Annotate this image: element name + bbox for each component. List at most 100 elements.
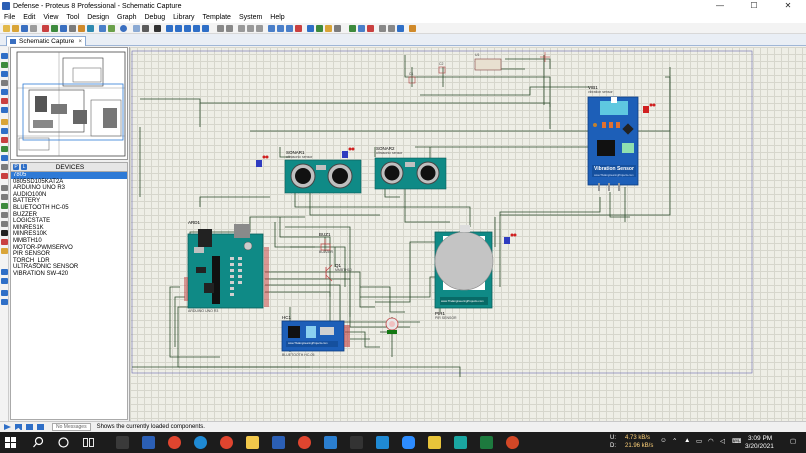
device-arduino-uno-r3[interactable]: ARDUINO UNO R3 [11,185,127,192]
device-vibration-sw-420[interactable]: VIBRATION SW-420 [11,271,127,278]
menu-help[interactable]: Help [266,12,288,23]
search-icon[interactable] [358,25,365,32]
minimize-button[interactable]: — [708,0,732,12]
decompose-icon[interactable] [334,25,341,32]
mirror-x-icon[interactable] [1,290,8,296]
arc-icon[interactable] [1,212,8,218]
make-device-icon[interactable] [316,25,323,32]
start-icon[interactable] [4,436,17,449]
device-audio100n[interactable]: AUDIO100N [11,192,127,199]
chrome-icon[interactable] [168,436,181,449]
open-file-icon[interactable] [12,25,19,32]
netlist-icon[interactable] [409,25,416,32]
zoom-all-icon[interactable] [193,25,200,32]
bus-icon[interactable] [1,98,8,104]
device-minres10k[interactable]: MINRES10K [11,231,127,238]
maximize-button[interactable]: ☐ [742,0,766,12]
notepad-icon[interactable] [428,436,441,449]
powerpoint-icon[interactable] [506,436,519,449]
clock-time[interactable]: 3:09 PM [748,435,772,442]
device-mmbth10[interactable]: MMBTH10 [11,238,127,245]
probe-icon[interactable] [1,164,8,170]
subcircuit-icon[interactable] [1,107,8,113]
search-icon[interactable] [32,436,45,449]
menu-tool[interactable]: Tool [62,12,83,23]
rotate-ccw-icon[interactable] [1,278,8,284]
excel-icon[interactable] [480,436,493,449]
symbol-icon[interactable] [1,239,8,245]
block-copy-icon[interactable] [268,25,275,32]
schematic-canvas[interactable]: SONAR1 ultrasonic sensor SONAR2 ultrason… [129,47,806,421]
wire-label-icon[interactable] [1,80,8,86]
new-sheet-icon[interactable] [379,25,386,32]
pin-icon[interactable] [1,128,8,134]
play-icon[interactable] [4,424,11,430]
property-assignment-icon[interactable] [367,25,374,32]
box-icon[interactable] [1,194,8,200]
step-icon[interactable] [15,424,22,430]
menu-view[interactable]: View [39,12,62,23]
people-icon[interactable]: ☺ [660,437,667,444]
device-torch-ldr[interactable]: TORCH_LDR [11,258,127,265]
close-button[interactable]: ✕ [776,0,800,12]
zoom-area-icon[interactable] [202,25,209,32]
tape-icon[interactable] [1,146,8,152]
paste-icon[interactable] [256,25,263,32]
device-0805sd105kat2a[interactable]: 0805SD105KAT2A [11,179,127,186]
source-code-icon[interactable] [99,25,106,32]
schematic-icon[interactable] [51,25,58,32]
3d-view-icon[interactable] [87,25,94,32]
graph-icon[interactable] [1,137,8,143]
wifi-icon[interactable]: ◠ [708,437,714,445]
chevron-up-icon[interactable]: ⌃ [672,437,677,445]
menu-debug[interactable]: Debug [141,12,170,23]
block-move-icon[interactable] [277,25,284,32]
volume-icon[interactable]: ◁ [720,437,725,445]
exit-parent-icon[interactable] [397,25,404,32]
device-minres1k[interactable]: MINRES1K [11,225,127,232]
word-icon[interactable] [272,436,285,449]
chrome-profile-icon[interactable] [220,436,233,449]
arduino-ide-icon[interactable] [454,436,467,449]
text-icon[interactable] [1,230,8,236]
pause-icon[interactable] [26,424,33,430]
refresh-icon[interactable] [133,25,140,32]
messages-box[interactable]: No Messages [52,423,91,431]
device-pir-sensor[interactable]: PIR SENSOR [11,251,127,258]
redo-icon[interactable] [226,25,233,32]
zoom-in-icon[interactable] [175,25,182,32]
grid-icon[interactable] [142,25,149,32]
device-logicstate[interactable]: LOGICSTATE [11,218,127,225]
app-blue-icon[interactable] [324,436,337,449]
devices-list[interactable]: 7805 0805SD105KAT2A ARDUINO UNO R3 AUDIO… [10,172,128,420]
terminal-icon[interactable] [350,436,363,449]
menu-library[interactable]: Library [169,12,198,23]
tab-schematic-capture[interactable]: Schematic Capture × [6,36,86,46]
pick-device-icon[interactable] [307,25,314,32]
junction-icon[interactable] [1,71,8,77]
path-icon[interactable] [1,221,8,227]
menu-graph[interactable]: Graph [113,12,140,23]
device-bluetooth-hc-05[interactable]: BLUETOOTH HC-05 [11,205,127,212]
device-ultrasonic-sensor[interactable]: ULTRASONIC SENSOR [11,264,127,271]
menu-design[interactable]: Design [83,12,113,23]
selection-mode-icon[interactable] [1,53,8,59]
block-delete-icon[interactable] [295,25,302,32]
notes-icon[interactable] [116,436,129,449]
device-7805[interactable]: 7805 [11,172,127,179]
text-script-icon[interactable] [1,89,8,95]
device-buzzer[interactable]: BUZZER [11,212,127,219]
terminal-icon[interactable] [1,119,8,125]
about-icon[interactable] [120,25,127,32]
save-icon[interactable] [21,25,28,32]
block-rotate-icon[interactable] [286,25,293,32]
cortana-icon[interactable] [57,436,70,449]
undo-icon[interactable] [217,25,224,32]
cut-icon[interactable] [238,25,245,32]
language-icon[interactable]: ⌨ [732,437,741,445]
menu-system[interactable]: System [235,12,266,23]
explorer-icon[interactable] [246,436,259,449]
zoom-icon[interactable] [402,436,415,449]
gerber-icon[interactable] [69,25,76,32]
security-icon[interactable]: ▲ [684,437,690,444]
